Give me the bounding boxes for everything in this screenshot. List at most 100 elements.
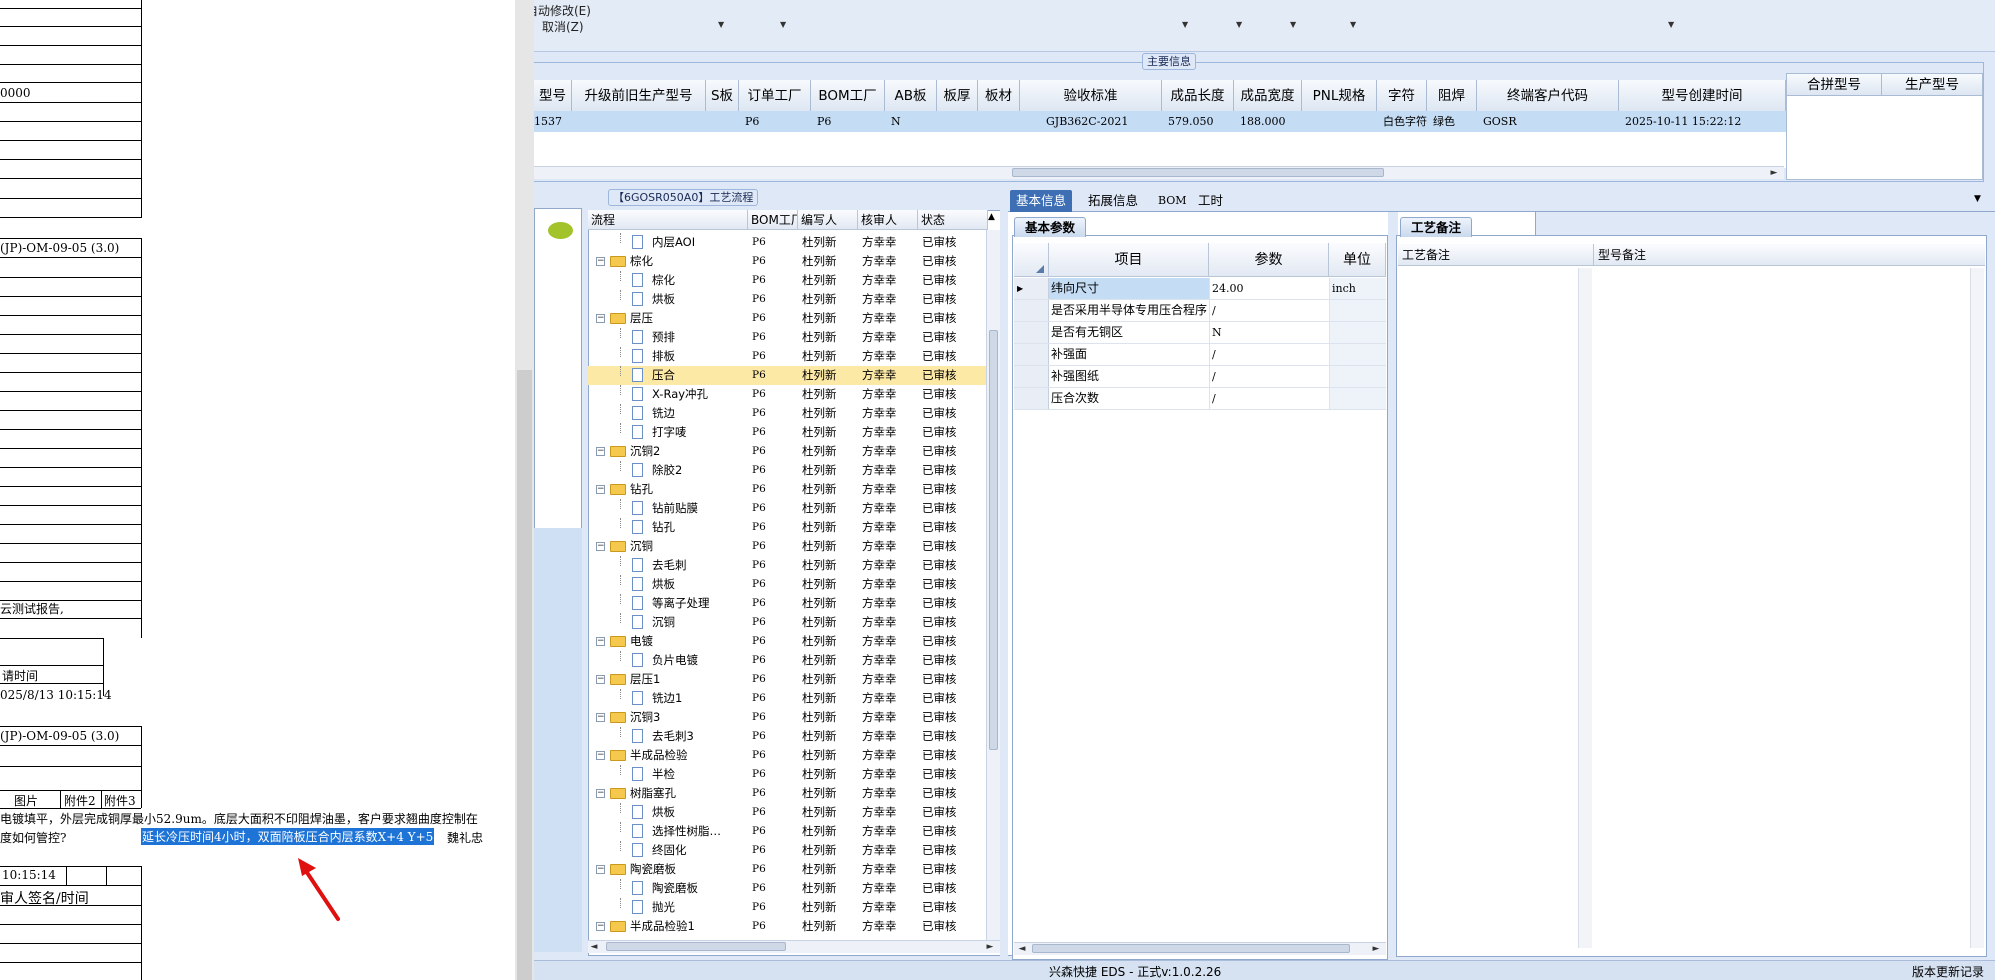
tree-row[interactable]: 内层AOI P6 杜列新 方幸幸 已审核 (588, 233, 998, 252)
merge-model-header[interactable]: 合拼型号 (1787, 74, 1882, 96)
main-grid-header[interactable]: 型号 (534, 80, 572, 112)
tree-header[interactable]: 状态 (918, 210, 988, 230)
main-grid-cell[interactable]: GJB362C-2021 (1040, 111, 1182, 132)
tree-header[interactable]: 编写人 (798, 210, 858, 230)
tree-row[interactable]: 钻孔 P6 杜列新 方幸幸 已审核 (588, 518, 998, 537)
tree-row[interactable]: 铣边1 P6 杜列新 方幸幸 已审核 (588, 689, 998, 708)
tree-row[interactable]: 除胶2 P6 杜列新 方幸幸 已审核 (588, 461, 998, 480)
notes-header-process[interactable]: 工艺备注 (1398, 244, 1594, 266)
main-grid-header[interactable]: 字符 (1377, 80, 1427, 112)
param-row[interactable]: ▶ 纬向尺寸 24.00 inch (1014, 278, 1386, 300)
collapse-toggle-icon[interactable]: − (596, 865, 605, 874)
params-header-value[interactable]: 参数 (1209, 243, 1329, 277)
collapse-toggle-icon[interactable]: − (596, 637, 605, 646)
param-value[interactable]: N (1209, 322, 1329, 343)
scroll-left-icon[interactable]: ◄ (588, 941, 600, 953)
tree-row[interactable]: 烘板 P6 杜列新 方幸幸 已审核 (588, 575, 998, 594)
document-scrollbar-thumb[interactable] (517, 370, 532, 980)
param-row[interactable]: 压合次数 / (1014, 388, 1386, 410)
tab-work-hours[interactable]: 工时 (1192, 190, 1229, 212)
tree-row[interactable]: 半检 P6 杜列新 方幸幸 已审核 (588, 765, 998, 784)
tab-bom[interactable]: BOM (1152, 190, 1193, 212)
param-value[interactable]: / (1209, 300, 1329, 321)
main-grid-cell[interactable] (1302, 111, 1377, 132)
dropdown-caret-icon[interactable]: ▼ (1668, 20, 1674, 29)
scroll-left-icon[interactable]: ◄ (1016, 943, 1028, 955)
tree-row[interactable]: 烘板 P6 杜列新 方幸幸 已审核 (588, 290, 998, 309)
collapse-toggle-icon[interactable]: − (596, 447, 605, 456)
collapse-toggle-icon[interactable]: − (596, 789, 605, 798)
params-header-item[interactable]: 项目 (1049, 243, 1209, 277)
tree-hscroll[interactable]: ◄ ► (588, 940, 1000, 953)
tab-extended-info[interactable]: 拓展信息 (1082, 190, 1144, 212)
main-grid-cell[interactable]: GOSR (1477, 111, 1619, 132)
scroll-thumb[interactable] (606, 942, 786, 951)
main-grid-header[interactable]: 成品宽度 (1234, 80, 1302, 112)
tree-row[interactable]: 去毛刺3 P6 杜列新 方幸幸 已审核 (588, 727, 998, 746)
collapse-toggle-icon[interactable]: − (596, 675, 605, 684)
tree-row[interactable]: 烘板 P6 杜列新 方幸幸 已审核 (588, 803, 998, 822)
tree-row[interactable]: − 半成品检验 P6 杜列新 方幸幸 已审核 (588, 746, 998, 765)
tab-basic-info[interactable]: 基本信息 (1010, 190, 1073, 212)
row-selector[interactable]: ▶ (1014, 278, 1049, 299)
tree-row[interactable]: 铣边 P6 杜列新 方幸幸 已审核 (588, 404, 998, 423)
scroll-right-icon[interactable]: ► (1370, 943, 1382, 955)
tree-header[interactable]: BOM工厂 (748, 210, 798, 230)
main-grid-header[interactable]: 验收标准 (1020, 80, 1162, 112)
main-grid-header[interactable]: PNL规格 (1302, 80, 1377, 112)
param-value[interactable]: / (1209, 344, 1329, 365)
tree-row[interactable]: 预排 P6 杜列新 方幸幸 已审核 (588, 328, 998, 347)
tree-row[interactable]: 棕化 P6 杜列新 方幸幸 已审核 (588, 271, 998, 290)
process-notes-vscroll[interactable] (1578, 268, 1592, 948)
collapse-toggle-icon[interactable]: − (596, 485, 605, 494)
dropdown-caret-icon[interactable]: ▼ (1350, 20, 1356, 29)
tree-row[interactable]: 沉铜 P6 杜列新 方幸幸 已审核 (588, 613, 998, 632)
doc-answer-selected-text[interactable]: 延长冷压时间4小时，双面陪板压合内层系数X+4 Y+5 (141, 828, 435, 845)
dropdown-caret-icon[interactable]: ▼ (1290, 20, 1296, 29)
row-selector[interactable] (1014, 388, 1049, 409)
tree-row[interactable]: − 钻孔 P6 杜列新 方幸幸 已审核 (588, 480, 998, 499)
dropdown-caret-icon[interactable]: ▼ (1182, 20, 1188, 29)
param-row[interactable]: 是否有无铜区 N (1014, 322, 1386, 344)
tree-row[interactable]: − 层压 P6 杜列新 方幸幸 已审核 (588, 309, 998, 328)
row-selector[interactable] (1014, 366, 1049, 387)
tree-row[interactable]: 打字唛 P6 杜列新 方幸幸 已审核 (588, 423, 998, 442)
param-value[interactable]: / (1209, 388, 1329, 409)
param-value[interactable]: / (1209, 366, 1329, 387)
splitter[interactable] (1000, 208, 1008, 958)
menu-cancel[interactable]: 取消(Z) (542, 18, 584, 35)
model-notes-vscroll[interactable] (1970, 268, 1984, 948)
scroll-thumb[interactable] (1012, 168, 1384, 177)
main-grid-header[interactable]: 阻焊 (1427, 80, 1477, 112)
tree-row[interactable]: 排板 P6 杜列新 方幸幸 已审核 (588, 347, 998, 366)
param-row[interactable]: 补强面 / (1014, 344, 1386, 366)
tree-row[interactable]: 去毛刺 P6 杜列新 方幸幸 已审核 (588, 556, 998, 575)
collapse-toggle-icon[interactable]: − (596, 257, 605, 266)
tree-header[interactable]: 流程 (588, 210, 748, 230)
tree-row[interactable]: − 电镀 P6 杜列新 方幸幸 已审核 (588, 632, 998, 651)
notes-header-model[interactable]: 型号备注 (1594, 244, 1985, 266)
scroll-right-icon[interactable]: ► (1768, 167, 1780, 179)
tree-header[interactable]: 核审人 (858, 210, 918, 230)
main-grid-cell[interactable]: 2025-10-11 15:22:12 (1619, 111, 1786, 132)
tree-vscroll[interactable]: ▲ (986, 212, 1000, 940)
params-hscroll[interactable]: ◄ ► (1014, 942, 1386, 955)
tree-row[interactable]: X-Ray冲孔 P6 杜列新 方幸幸 已审核 (588, 385, 998, 404)
tab-process-notes[interactable]: 工艺备注 (1400, 217, 1473, 237)
row-selector[interactable] (1014, 322, 1049, 343)
main-grid-cell[interactable]: 188.000 (1234, 111, 1302, 132)
tab-basic-params[interactable]: 基本参数 (1014, 217, 1087, 237)
tree-row[interactable]: − 棕化 P6 杜列新 方幸幸 已审核 (588, 252, 998, 271)
main-grid-header[interactable]: 型号创建时间 (1619, 80, 1786, 112)
tree-row[interactable]: 选择性树脂… P6 杜列新 方幸幸 已审核 (588, 822, 998, 841)
tree-row[interactable]: − 层压1 P6 杜列新 方幸幸 已审核 (588, 670, 998, 689)
collapse-toggle-icon[interactable]: − (596, 922, 605, 931)
tree-row[interactable]: − 半成品检验1 P6 杜列新 方幸幸 已审核 (588, 917, 998, 936)
production-model-header[interactable]: 生产型号 (1882, 74, 1982, 96)
params-header-unit[interactable]: 单位 (1329, 243, 1386, 277)
row-selector[interactable] (1014, 344, 1049, 365)
main-grid-cell[interactable]: 579.050 (1162, 111, 1234, 132)
tree-row[interactable]: − 沉铜3 P6 杜列新 方幸幸 已审核 (588, 708, 998, 727)
tabs-menu-caret-icon[interactable]: ▼ (1974, 194, 1981, 204)
scroll-thumb[interactable] (989, 330, 998, 750)
